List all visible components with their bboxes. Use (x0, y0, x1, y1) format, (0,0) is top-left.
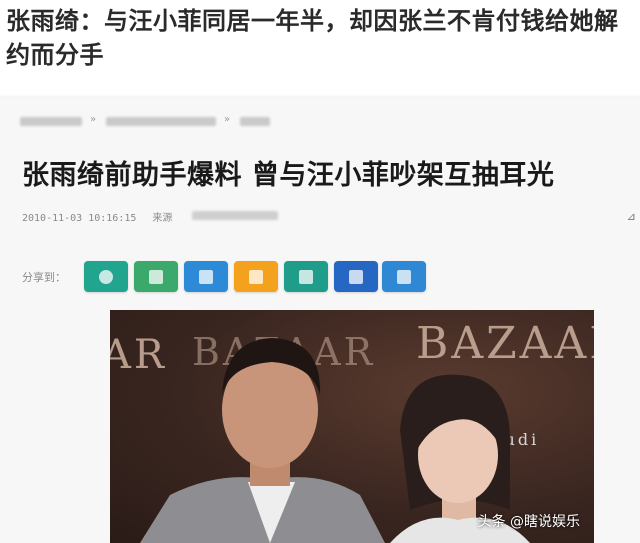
share-button-6[interactable] (334, 261, 378, 292)
breadcrumb-separator: » (224, 114, 231, 125)
share-button-2[interactable] (134, 261, 178, 292)
breadcrumb: » » (20, 114, 280, 130)
share-button-3[interactable] (184, 261, 228, 292)
watermark: 头条 @瞎说娱乐 (477, 514, 580, 530)
headline-line-2: 约而分手 (6, 41, 104, 69)
corner-icon: ⊿ (626, 210, 636, 223)
event-photo: AR BAZAAR BAZAAR Audi 头条 @瞎说娱乐 (110, 310, 594, 543)
breadcrumb-item-blurred[interactable] (106, 117, 216, 126)
breadcrumb-item-blurred[interactable] (240, 117, 270, 126)
share-icon-4 (249, 269, 263, 284)
share-button-4[interactable] (234, 261, 278, 292)
backdrop-text: BAZAAR (416, 318, 594, 369)
article-meta: 2010-11-03 10:16:15 来源 (22, 209, 172, 224)
breadcrumb-separator: » (90, 114, 97, 125)
share-button-5[interactable] (284, 261, 328, 292)
share-icon-3 (199, 269, 213, 284)
share-button-1[interactable] (84, 261, 128, 292)
share-icon-6 (349, 269, 363, 284)
article-source-blurred (192, 211, 278, 220)
article-title: 张雨绮前助手爆料 曾与汪小菲吵架互抽耳光 (22, 160, 555, 191)
share-button-7[interactable] (382, 261, 426, 292)
share-icon-2 (149, 269, 163, 284)
breadcrumb-item-blurred[interactable] (20, 117, 82, 126)
share-icon-5 (299, 269, 313, 284)
post-headline: 张雨绮：与汪小菲同居一年半，却因张兰不肯付钱给她解 约而分手 (6, 4, 632, 72)
article-timestamp: 2010-11-03 10:16:15 (22, 213, 137, 224)
share-icon-7 (397, 269, 411, 284)
share-icon-1 (99, 269, 113, 284)
article-screenshot: » » 张雨绮前助手爆料 曾与汪小菲吵架互抽耳光 2010-11-03 10:1… (0, 94, 640, 543)
headline-line-1: 张雨绮：与汪小菲同居一年半，却因张兰不肯付钱给她解 (6, 7, 619, 35)
article-source-label: 来源 (152, 213, 173, 224)
share-label: 分享到： (22, 271, 66, 284)
